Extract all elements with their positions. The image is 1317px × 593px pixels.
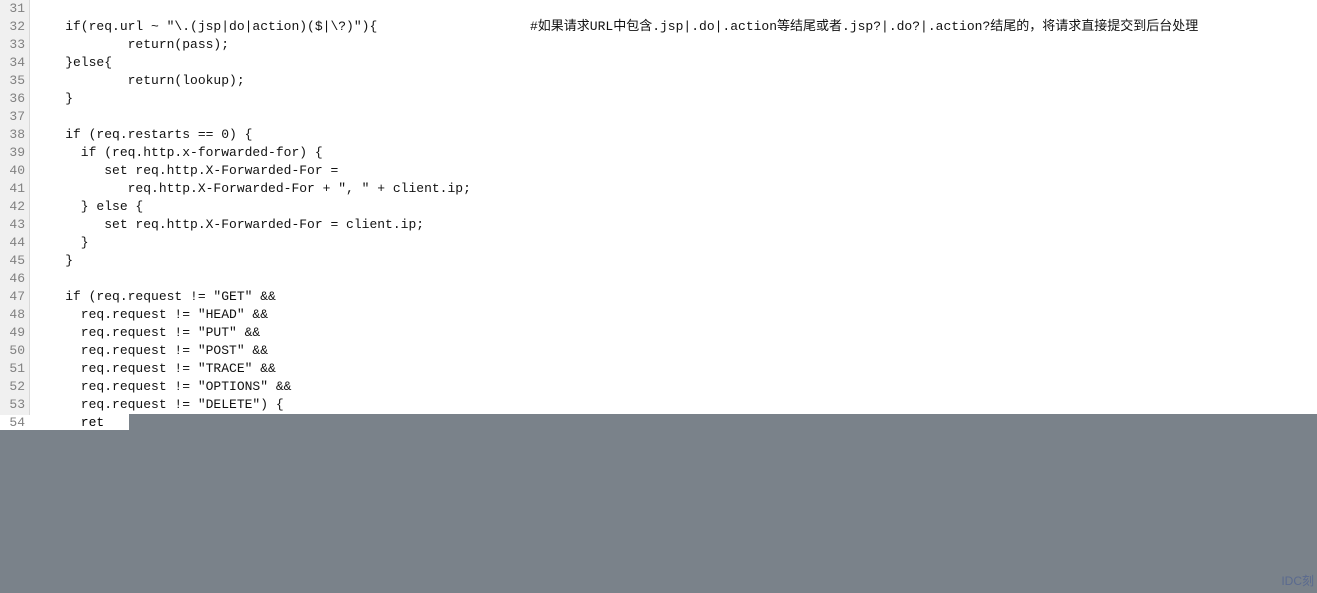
line-number: 46 (0, 270, 25, 288)
line-number: 40 (0, 162, 25, 180)
line-number: 53 (0, 396, 25, 414)
line-number: 31 (0, 0, 25, 18)
code-line[interactable]: return(lookup); (34, 72, 1317, 90)
line-number: 51 (0, 360, 25, 378)
code-line[interactable]: req.request != "TRACE" && (34, 360, 1317, 378)
code-line[interactable]: req.http.X-Forwarded-For + ", " + client… (34, 180, 1317, 198)
code-line[interactable]: } (34, 90, 1317, 108)
line-number: 43 (0, 216, 25, 234)
line-number: 45 (0, 252, 25, 270)
code-line[interactable] (34, 0, 1317, 18)
line-number-gutter: 31 32 33 34 35 36 37 38 39 40 41 42 43 4… (0, 0, 30, 415)
code-line[interactable]: req.request != "DELETE") { (34, 396, 1317, 414)
line-number: 42 (0, 198, 25, 216)
line-number: 47 (0, 288, 25, 306)
watermark-text: IDC刻 (1281, 572, 1314, 590)
code-line[interactable]: req.request != "PUT" && (34, 324, 1317, 342)
line-number: 48 (0, 306, 25, 324)
code-line[interactable]: set req.http.X-Forwarded-For = (34, 162, 1317, 180)
code-line[interactable]: if (req.restarts == 0) { (34, 126, 1317, 144)
line-number: 38 (0, 126, 25, 144)
code-line[interactable] (34, 108, 1317, 126)
code-line[interactable]: }else{ (34, 54, 1317, 72)
bottom-overlay (0, 430, 1317, 593)
code-content-area[interactable]: if(req.url ~ "\.(jsp|do|action)($|\?)"){… (30, 0, 1317, 415)
code-comment: #如果请求URL中包含.jsp|.do|.action等结尾或者.jsp?|.d… (530, 18, 1198, 36)
line-number: 52 (0, 378, 25, 396)
code-line[interactable] (34, 270, 1317, 288)
line-number: 32 (0, 18, 25, 36)
line-number: 33 (0, 36, 25, 54)
code-line[interactable]: req.request != "OPTIONS" && (34, 378, 1317, 396)
line-number: 37 (0, 108, 25, 126)
line-number: 50 (0, 342, 25, 360)
code-line[interactable]: req.request != "POST" && (34, 342, 1317, 360)
code-line[interactable]: } (34, 234, 1317, 252)
line-number: 35 (0, 72, 25, 90)
code-line[interactable]: req.request != "HEAD" && (34, 306, 1317, 324)
code-line[interactable]: if (req.http.x-forwarded-for) { (34, 144, 1317, 162)
code-editor[interactable]: 31 32 33 34 35 36 37 38 39 40 41 42 43 4… (0, 0, 1317, 415)
line-number: 39 (0, 144, 25, 162)
code-line[interactable]: } else { (34, 198, 1317, 216)
code-line[interactable]: if (req.request != "GET" && (34, 288, 1317, 306)
line-number: 49 (0, 324, 25, 342)
line-number: 41 (0, 180, 25, 198)
code-line[interactable]: } (34, 252, 1317, 270)
line-number: 44 (0, 234, 25, 252)
code-line[interactable]: set req.http.X-Forwarded-For = client.ip… (34, 216, 1317, 234)
code-text: if(req.url ~ "\.(jsp|do|action)($|\?)"){ (34, 19, 377, 34)
line-number: 34 (0, 54, 25, 72)
code-line[interactable]: return(pass); (34, 36, 1317, 54)
code-line[interactable]: if(req.url ~ "\.(jsp|do|action)($|\?)"){… (34, 18, 1317, 36)
line-number: 36 (0, 90, 25, 108)
